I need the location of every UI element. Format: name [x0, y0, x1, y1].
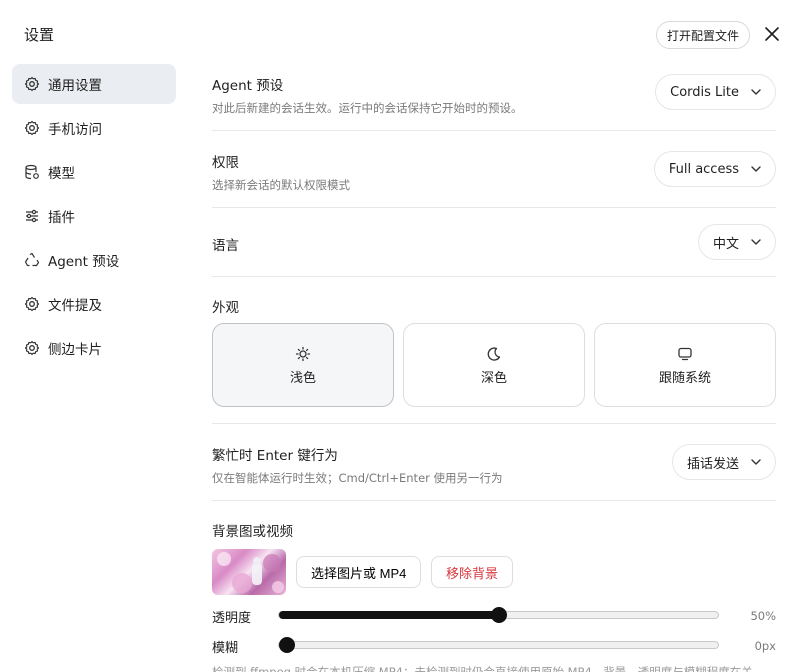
choose-background-button[interactable]: 选择图片或 MP4 [296, 556, 422, 588]
sidebar-item-plugins[interactable]: 插件 [12, 196, 176, 236]
language-title: 语言 [212, 238, 239, 254]
theme-system-option[interactable]: 跟随系统 [594, 323, 776, 407]
sidebar-item-label: Agent 预设 [48, 254, 120, 270]
theme-options: 浅色 深色 跟随系统 [212, 323, 776, 407]
sidebar: 通用设置 手机访问 模型 插件 Agent 预设 文件提及 侧边卡片 [12, 64, 176, 372]
agent-preset-value: Cordis Lite [670, 84, 739, 100]
divider [212, 500, 776, 501]
busy-enter-value: 插话发送 [686, 456, 739, 472]
opacity-value: 50% [750, 609, 776, 623]
divider [212, 130, 776, 131]
permission-value: Full access [668, 161, 739, 177]
sliders-icon [24, 208, 40, 224]
sidebar-item-general[interactable]: 通用设置 [12, 64, 176, 104]
chevron-down-icon [751, 166, 761, 172]
language-row: 语言 [212, 234, 776, 254]
theme-dark-option[interactable]: 深色 [403, 323, 585, 407]
divider [212, 207, 776, 208]
opacity-label: 透明度 [212, 611, 252, 626]
blur-slider-handle[interactable] [279, 637, 295, 653]
appearance-row: 外观 [212, 296, 776, 316]
gear-icon [24, 296, 40, 312]
page-title: 设置 [24, 26, 55, 44]
divider [212, 423, 776, 424]
sidebar-item-label: 通用设置 [48, 78, 102, 94]
sidebar-item-models[interactable]: 模型 [12, 152, 176, 192]
close-icon[interactable] [760, 22, 784, 46]
theme-option-label: 浅色 [289, 370, 316, 386]
sidebar-item-label: 模型 [48, 166, 75, 182]
opacity-slider[interactable] [278, 607, 719, 623]
blur-value: 0px [754, 639, 776, 653]
monitor-icon [677, 345, 693, 363]
gear-icon [24, 120, 40, 136]
chevron-down-icon [751, 459, 761, 465]
moon-icon [486, 345, 502, 363]
remove-background-button[interactable]: 移除背景 [431, 556, 514, 588]
language-select[interactable]: 中文 [697, 224, 776, 260]
sidebar-item-mobile[interactable]: 手机访问 [12, 108, 176, 148]
sidebar-item-label: 侧边卡片 [48, 342, 102, 358]
sun-icon [295, 345, 311, 363]
theme-light-option[interactable]: 浅色 [212, 323, 394, 407]
opacity-slider-fill [279, 611, 499, 619]
theme-option-label: 深色 [480, 370, 507, 386]
background-footer-note: 检测到 ffmpeg 时会在本机压缩 MP4；未检测到时仍会直接使用原始 MP4… [212, 665, 753, 672]
database-icon [24, 164, 40, 180]
agent-preset-select[interactable]: Cordis Lite [655, 74, 776, 110]
gear-icon [24, 76, 40, 92]
permission-select[interactable]: Full access [653, 151, 776, 187]
theme-option-label: 跟随系统 [658, 370, 711, 386]
chevron-down-icon [751, 89, 761, 95]
background-thumbnail [212, 549, 286, 595]
appearance-title: 外观 [212, 300, 239, 316]
background-title: 背景图或视频 [212, 524, 293, 540]
busy-enter-select[interactable]: 插话发送 [671, 444, 776, 480]
blur-label: 模糊 [212, 641, 239, 656]
chevron-down-icon [751, 239, 761, 245]
language-value: 中文 [712, 236, 739, 252]
open-config-button[interactable]: 打开配置文件 [656, 21, 751, 49]
background-row: 背景图或视频 [212, 520, 776, 540]
sidebar-item-file-mentions[interactable]: 文件提及 [12, 284, 176, 324]
sidebar-item-agent-presets[interactable]: Agent 预设 [12, 240, 176, 280]
divider [212, 276, 776, 277]
recycle-icon [24, 252, 40, 268]
gear-icon [24, 340, 40, 356]
sidebar-item-label: 插件 [48, 210, 75, 226]
sidebar-item-label: 文件提及 [48, 298, 102, 314]
blur-slider[interactable] [278, 637, 719, 653]
sidebar-item-side-cards[interactable]: 侧边卡片 [12, 328, 176, 368]
opacity-slider-handle[interactable] [490, 607, 507, 623]
sidebar-item-label: 手机访问 [48, 122, 102, 138]
